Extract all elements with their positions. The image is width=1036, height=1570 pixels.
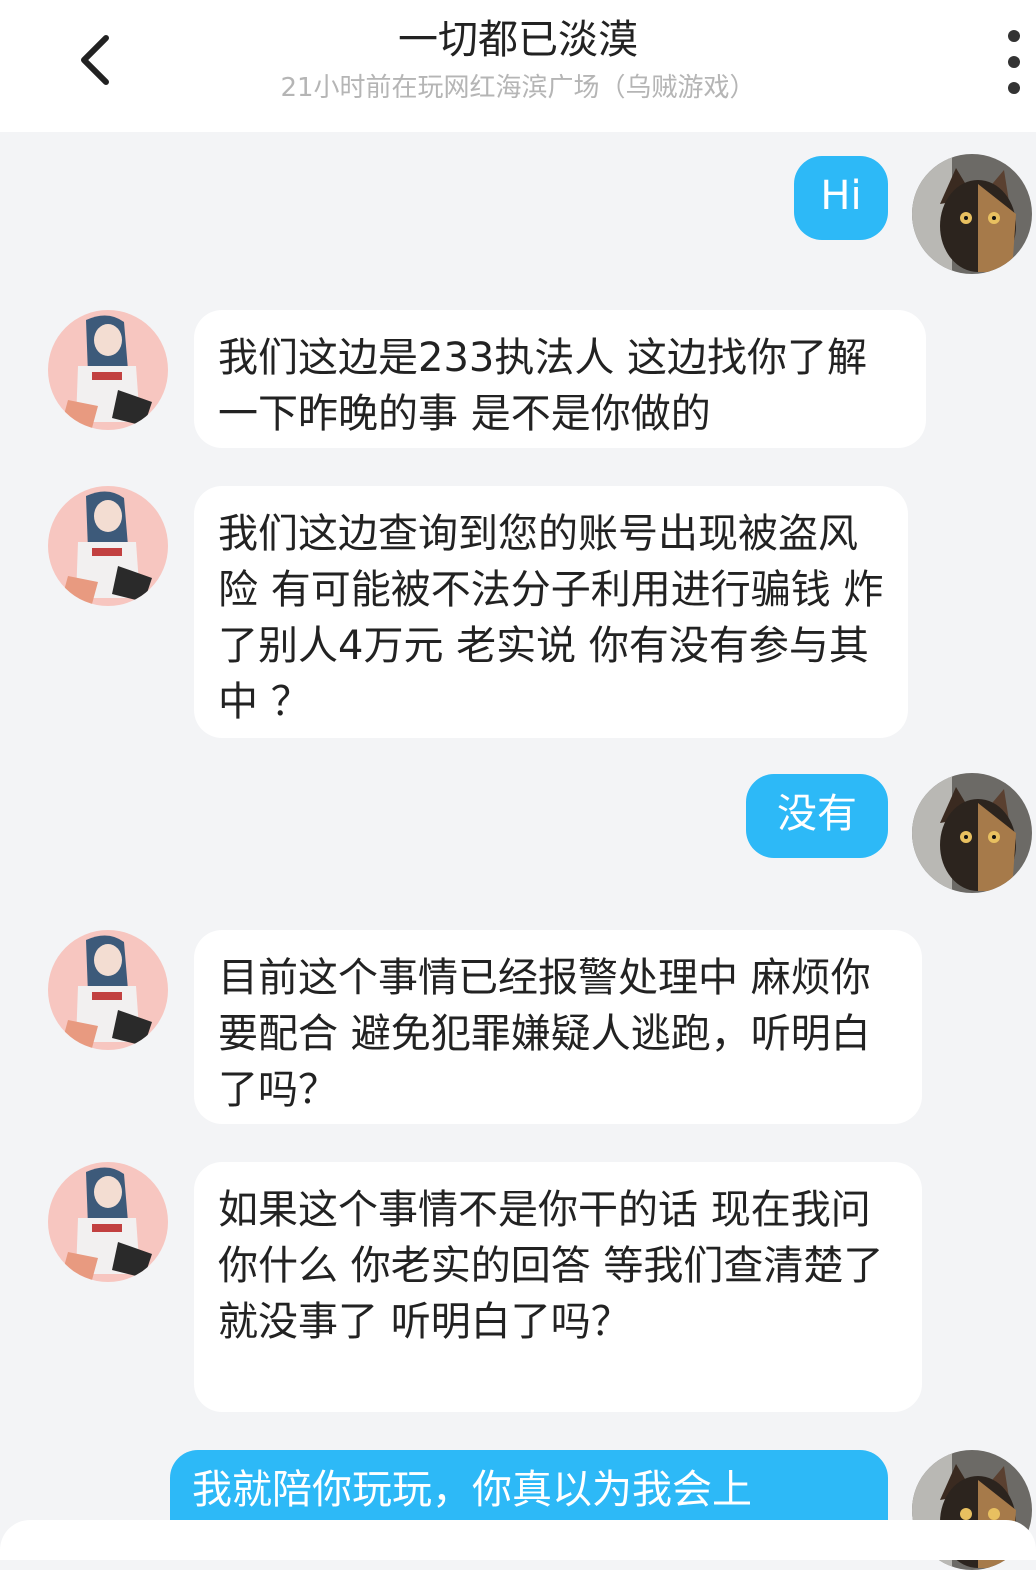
chat-title: 一切都已淡漠 bbox=[398, 17, 638, 63]
avatar[interactable] bbox=[912, 773, 1032, 893]
input-bar-edge bbox=[0, 1520, 1036, 1560]
more-vertical-icon bbox=[1008, 30, 1020, 42]
cat-avatar-image bbox=[912, 154, 1032, 274]
anime-girl-avatar-image bbox=[48, 930, 168, 1050]
anime-girl-avatar-image bbox=[48, 310, 168, 430]
avatar[interactable] bbox=[912, 154, 1032, 274]
cat-avatar-image bbox=[912, 773, 1032, 893]
chat-status: 21小时前在玩网红海滨广场（乌贼游戏） bbox=[280, 73, 756, 103]
chat-header: 一切都已淡漠 21小时前在玩网红海滨广场（乌贼游戏） bbox=[0, 0, 1036, 132]
avatar[interactable] bbox=[48, 310, 168, 430]
more-button[interactable] bbox=[992, 30, 1036, 94]
avatar[interactable] bbox=[48, 1162, 168, 1282]
anime-girl-avatar-image bbox=[48, 1162, 168, 1282]
message-bubble[interactable]: Hi bbox=[794, 156, 888, 240]
message-bubble[interactable]: 目前这个事情已经报警处理中 麻烦你要配合 避免犯罪嫌疑人逃跑，听明白了吗？ bbox=[194, 930, 922, 1124]
avatar[interactable] bbox=[48, 486, 168, 606]
avatar[interactable] bbox=[48, 930, 168, 1050]
message-bubble[interactable]: 我们这边是233执法人 这边找你了解一下昨晚的事 是不是你做的 bbox=[194, 310, 926, 448]
anime-girl-avatar-image bbox=[48, 486, 168, 606]
message-bubble[interactable]: 如果这个事情不是你干的话 现在我问你什么 你老实的回答 等我们查清楚了就没事了 … bbox=[194, 1162, 922, 1412]
message-bubble[interactable]: 我们这边查询到您的账号出现被盗风险 有可能被不法分子利用进行骗钱 炸了别人4万元… bbox=[194, 486, 908, 738]
message-bubble[interactable]: 没有 bbox=[746, 774, 888, 858]
